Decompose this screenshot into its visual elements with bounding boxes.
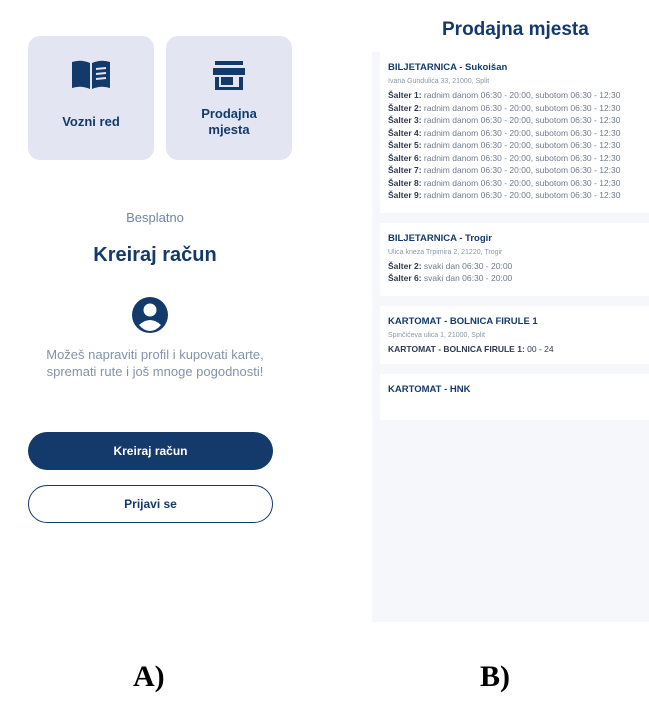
counter-hours: Šalter 6: svaki dan 06:30 - 20:00 [388, 273, 513, 283]
store-icon [212, 58, 246, 92]
app-screen-sales-points: Prodajna mjesta BILJETARNICA - Sukoišan … [372, 10, 649, 622]
location-card[interactable]: BILJETARNICA - Sukoišan Ivana Gundulića … [380, 52, 649, 213]
location-name: BILJETARNICA - Trogir [388, 232, 492, 244]
create-account-heading: Kreiraj račun [93, 244, 217, 266]
app-screen-home: Vozni red Prodajna mjesta Besplatno Krei… [12, 14, 298, 624]
account-circle-icon [131, 296, 169, 334]
counter-hours: Šalter 5: radnim danom 06:30 - 20:00, su… [388, 140, 621, 150]
counter-hours: Šalter 8: radnim danom 06:30 - 20:00, su… [388, 177, 621, 188]
location-name: KARTOMAT - BOLNICA FIRULE 1 [388, 315, 538, 327]
counter-hours: Šalter 9: radnim danom 06:30 - 20:00, su… [388, 190, 621, 200]
free-label: Besplatno [126, 210, 184, 225]
location-name: KARTOMAT - HNK [388, 383, 471, 395]
page-title: Prodajna mjesta [372, 10, 649, 52]
counter-hours: Šalter 6: radnim danom 06:30 - 20:00, su… [388, 152, 621, 163]
sales-points-tile[interactable]: Prodajna mjesta [166, 36, 292, 160]
kiosk-hours: KARTOMAT - BOLNICA FIRULE 1: 00 - 24 [388, 343, 554, 354]
location-address: Spinčićeva ulica 1, 21000, Split [388, 331, 485, 339]
counter-hours: Šalter 7: radnim danom 06:30 - 20:00, su… [388, 165, 621, 175]
sales-points-label: Prodajna mjesta [201, 106, 257, 137]
caption-a: A) [133, 660, 165, 693]
location-card[interactable]: KARTOMAT - BOLNICA FIRULE 1 Spinčićeva u… [380, 305, 649, 364]
book-icon [69, 58, 113, 92]
counter-hours: Šalter 2: svaki dan 06:30 - 20:00 [388, 260, 513, 271]
location-address: Ulica kneza Trpimira 2, 21220, Trogir [388, 248, 503, 256]
counter-hours: Šalter 2: radnim danom 06:30 - 20:00, su… [388, 102, 621, 113]
location-name: BILJETARNICA - Sukoišan [388, 62, 508, 73]
location-card[interactable]: BILJETARNICA - Trogir Ulica kneza Trpimi… [380, 222, 649, 296]
caption-b: B) [480, 660, 510, 693]
create-account-button[interactable]: Kreiraj račun [28, 432, 273, 470]
counter-hours: Šalter 4: radnim danom 06:30 - 20:00, su… [388, 127, 621, 138]
counter-hours: Šalter 3: radnim danom 06:30 - 20:00, su… [388, 115, 621, 125]
counter-hours: Šalter 1: radnim danom 06:30 - 20:00, su… [388, 90, 621, 100]
login-button[interactable]: Prijavi se [28, 485, 273, 523]
timetable-label: Vozni red [62, 114, 120, 129]
location-address: Ivana Gundulića 33, 21000, Split [388, 78, 490, 85]
location-card[interactable]: KARTOMAT - HNK [380, 373, 649, 420]
timetable-tile[interactable]: Vozni red [28, 36, 154, 160]
account-benefits-text: Možeš napraviti profil i kupovati karte,… [46, 347, 264, 379]
